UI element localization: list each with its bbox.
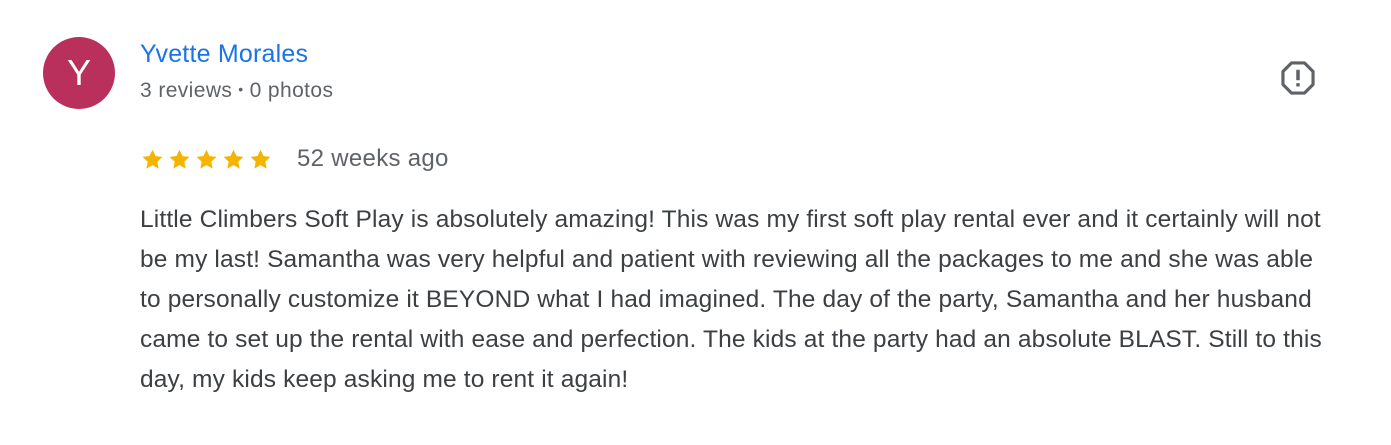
rating-row: 52 weeks ago — [140, 143, 449, 175]
reviewer-meta: 3 reviews • 0 photos — [140, 79, 333, 103]
review-text: Little Climbers Soft Play is absolutely … — [140, 206, 1322, 393]
star-icon — [169, 149, 190, 169]
reviewer-name[interactable]: Yvette Morales — [140, 40, 308, 69]
avatar-initial: Y — [66, 52, 91, 93]
review-count: 3 reviews — [140, 79, 233, 102]
star-rating — [140, 147, 273, 172]
review-time: 52 weeks ago — [297, 145, 449, 172]
meta-separator: • — [238, 81, 244, 97]
avatar[interactable]: Y — [43, 37, 115, 109]
report-octagon-icon — [1281, 61, 1315, 95]
star-icon — [250, 149, 271, 169]
photo-count: 0 photos — [249, 79, 334, 102]
star-icon — [196, 149, 217, 169]
star-icon — [142, 149, 163, 169]
report-button[interactable] — [1276, 56, 1320, 100]
star-icon — [223, 149, 244, 169]
review-card: Y Yvette Morales 3 reviews • 0 photos 52 w… — [0, 0, 1391, 445]
